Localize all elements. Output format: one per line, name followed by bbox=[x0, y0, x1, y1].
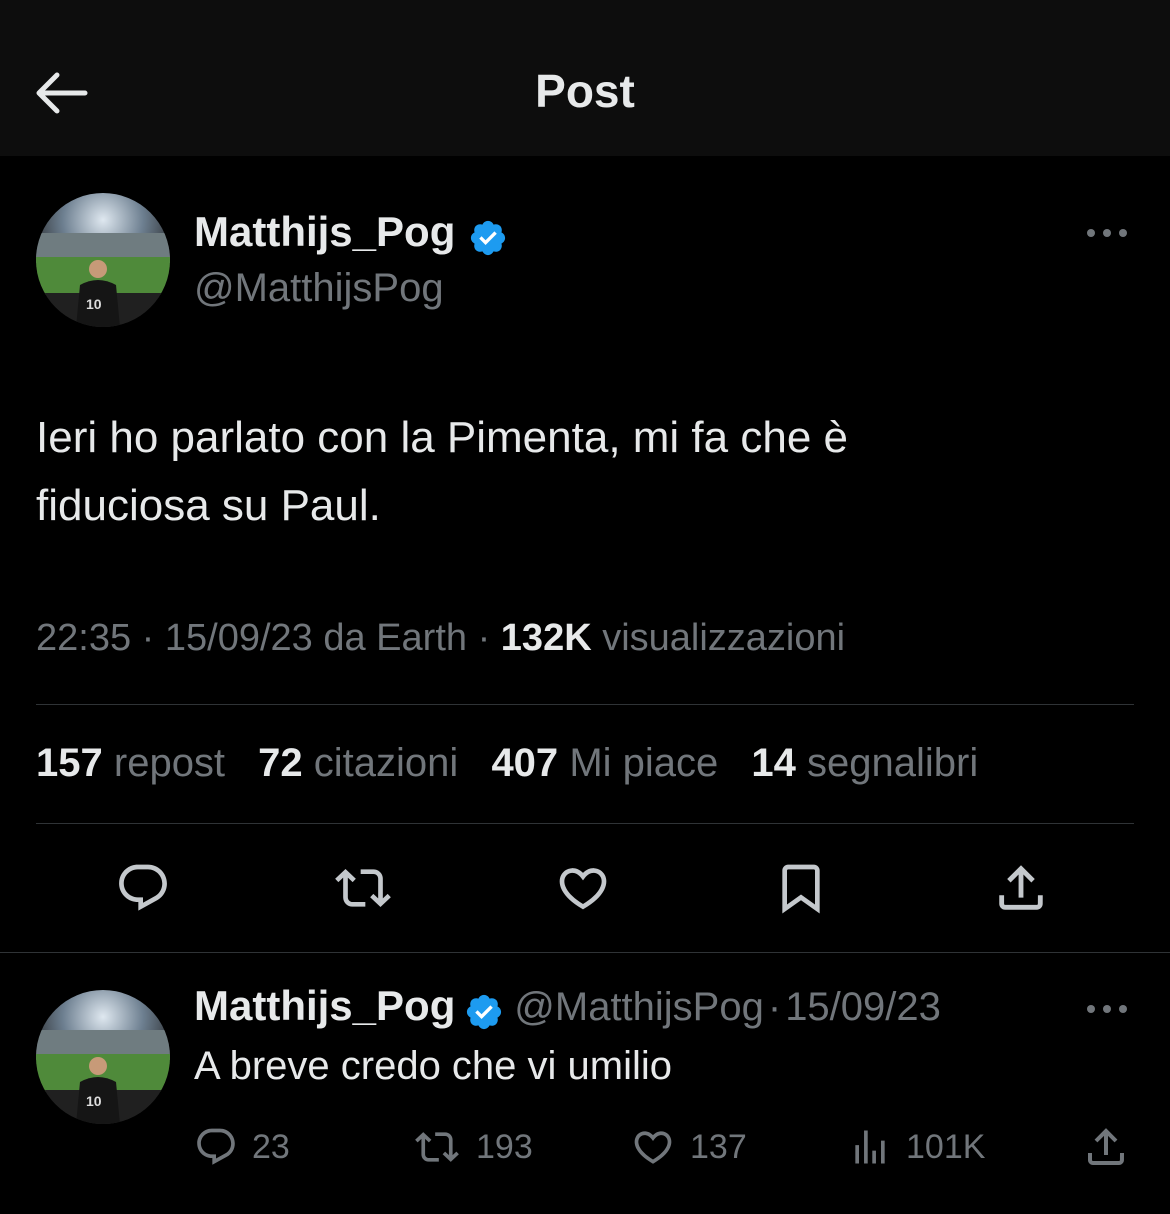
post-date[interactable]: 15/09/23 bbox=[165, 617, 313, 659]
reply-views-button[interactable]: 101K bbox=[848, 1120, 985, 1174]
share-button[interactable] bbox=[986, 853, 1056, 923]
svg-text:10: 10 bbox=[86, 1093, 102, 1109]
reposts-stat[interactable]: 157 repost bbox=[36, 741, 225, 785]
views-label: visualizzazioni bbox=[591, 617, 846, 659]
reply-text: A breve credo che vi umilio bbox=[194, 1044, 673, 1088]
likes-count: 407 bbox=[491, 741, 559, 785]
reply-reply-button[interactable]: 23 bbox=[194, 1120, 290, 1174]
author-name-row: Matthijs_Pog bbox=[194, 208, 508, 258]
divider bbox=[0, 952, 1170, 953]
page-title: Post bbox=[535, 65, 635, 117]
like-icon bbox=[634, 1131, 672, 1164]
more-icon bbox=[1087, 229, 1127, 237]
post-meta: 22:35 · 15/09/23 da Earth · 132K visuali… bbox=[36, 617, 845, 660]
author-name[interactable]: Matthijs_Pog bbox=[194, 208, 455, 255]
like-button[interactable] bbox=[548, 853, 618, 923]
reposts-count: 157 bbox=[36, 741, 103, 785]
views-count: 132K bbox=[500, 617, 592, 659]
reply-like-button[interactable]: 137 bbox=[630, 1120, 747, 1174]
repost-button[interactable] bbox=[328, 853, 398, 923]
repost-icon bbox=[415, 1132, 459, 1162]
reply-author-name[interactable]: Matthijs_Pog bbox=[194, 982, 455, 1029]
svg-text:10: 10 bbox=[86, 296, 102, 312]
reply-icon bbox=[119, 864, 167, 911]
reply-icon bbox=[197, 1128, 235, 1165]
meta-separator: · bbox=[467, 617, 501, 659]
likes-stat[interactable]: 407 Mi piace bbox=[491, 741, 718, 785]
likes-label: Mi piace bbox=[569, 741, 719, 785]
reply-views-count: 101K bbox=[906, 1127, 986, 1166]
reply-reposts-count: 193 bbox=[476, 1127, 533, 1166]
share-icon bbox=[999, 865, 1043, 910]
reply-button[interactable] bbox=[108, 853, 178, 923]
post-text-line: fiduciosa su Paul. bbox=[36, 481, 381, 530]
quotes-count: 72 bbox=[258, 741, 303, 785]
bookmarks-stat[interactable]: 14 segnalibri bbox=[751, 741, 978, 785]
bookmarks-label: segnalibri bbox=[807, 741, 979, 785]
reply-replies-count: 23 bbox=[252, 1127, 290, 1166]
reply-header: Matthijs_Pog @MatthijsPog · 15/09/23 bbox=[194, 982, 941, 1032]
reply-more-button[interactable] bbox=[1082, 994, 1132, 1024]
repost-icon bbox=[335, 869, 391, 907]
post-text-line: Ieri ho parlato con la Pimenta, mi fa ch… bbox=[36, 413, 848, 462]
share-icon bbox=[1088, 1128, 1124, 1165]
reply-author-handle[interactable]: @MatthijsPog bbox=[514, 985, 764, 1029]
reposts-label: repost bbox=[113, 741, 226, 785]
meta-separator: · bbox=[131, 617, 165, 659]
bookmark-button[interactable] bbox=[766, 853, 836, 923]
author-handle[interactable]: @MatthijsPog bbox=[194, 266, 444, 311]
post-stats: 157 repost 72 citazioni 407 Mi piace 14 … bbox=[36, 741, 978, 786]
bookmark-icon bbox=[782, 864, 820, 914]
reply-repost-button[interactable]: 193 bbox=[412, 1120, 533, 1174]
quotes-label: citazioni bbox=[313, 741, 459, 785]
more-button[interactable] bbox=[1082, 218, 1132, 248]
avatar[interactable]: 10 bbox=[36, 990, 170, 1124]
like-icon bbox=[559, 868, 607, 910]
verified-badge-icon bbox=[466, 994, 501, 1029]
post-text: Ieri ho parlato con la Pimenta, mi fa ch… bbox=[36, 404, 1126, 540]
divider bbox=[36, 823, 1134, 824]
divider bbox=[36, 704, 1134, 705]
more-icon bbox=[1087, 1005, 1127, 1013]
reply-separator: · bbox=[767, 985, 782, 1029]
reply-share-button[interactable] bbox=[1082, 1120, 1144, 1174]
post-source: da Earth bbox=[312, 617, 468, 659]
post-time[interactable]: 22:35 bbox=[36, 617, 131, 659]
avatar[interactable]: 10 bbox=[36, 193, 170, 327]
top-bar: Post bbox=[0, 0, 1170, 156]
reply-date[interactable]: 15/09/23 bbox=[785, 985, 941, 1029]
bookmarks-count: 14 bbox=[751, 741, 796, 785]
reply-likes-count: 137 bbox=[690, 1127, 747, 1166]
views-icon bbox=[855, 1130, 885, 1164]
verified-badge-icon bbox=[470, 220, 505, 255]
quotes-stat[interactable]: 72 citazioni bbox=[258, 741, 458, 785]
